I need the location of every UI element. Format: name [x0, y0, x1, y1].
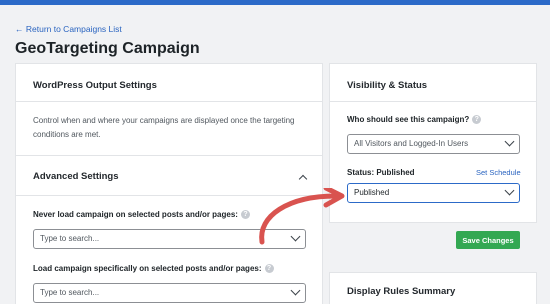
help-icon[interactable]: ?: [264, 264, 274, 274]
visibility-status-panel: Visibility & Status Who should see this …: [329, 63, 537, 223]
load-specifically-placeholder: Type to search...: [40, 288, 100, 297]
status-select[interactable]: Published: [347, 183, 520, 203]
advanced-settings-heading[interactable]: Advanced Settings: [33, 171, 119, 182]
divider: [16, 155, 322, 156]
audience-select[interactable]: All Visitors and Logged-In Users: [347, 134, 520, 154]
load-specifically-label-text: Load campaign specifically on selected p…: [33, 264, 262, 273]
output-settings-panel: WordPress Output Settings Control when a…: [15, 63, 323, 304]
display-rules-heading: Display Rules Summary: [347, 286, 456, 297]
audience-select-value: All Visitors and Logged-In Users: [354, 139, 469, 148]
divider: [330, 101, 536, 102]
page-title: GeoTargeting Campaign: [15, 40, 200, 57]
status-label: Status: Published: [347, 168, 415, 177]
set-schedule-link[interactable]: Set Schedule: [476, 168, 521, 177]
who-should-see-label: Who should see this campaign??: [347, 115, 482, 125]
load-specifically-search-select[interactable]: Type to search...: [33, 283, 306, 303]
visibility-status-heading: Visibility & Status: [347, 80, 428, 91]
never-load-placeholder: Type to search...: [40, 234, 100, 243]
help-icon[interactable]: ?: [472, 115, 482, 125]
chevron-down-icon: [504, 185, 515, 196]
divider: [16, 101, 322, 102]
never-load-label-text: Never load campaign on selected posts an…: [33, 210, 238, 219]
display-rules-panel: Display Rules Summary: [329, 272, 537, 304]
who-should-see-label-text: Who should see this campaign?: [347, 115, 470, 124]
load-specifically-label: Load campaign specifically on selected p…: [33, 264, 274, 274]
return-to-campaigns-link[interactable]: ← Return to Campaigns List: [15, 24, 122, 34]
output-settings-heading: WordPress Output Settings: [33, 80, 157, 91]
chevron-down-icon: [290, 285, 301, 296]
top-accent-bar: [0, 0, 550, 5]
save-changes-button[interactable]: Save Changes: [456, 231, 520, 249]
output-settings-description: Control when and where your campaigns ar…: [33, 116, 295, 139]
never-load-label: Never load campaign on selected posts an…: [33, 210, 250, 220]
chevron-down-icon: [504, 136, 515, 147]
curved-arrow-icon: [259, 188, 345, 245]
chevron-up-icon[interactable]: [298, 174, 308, 184]
status-select-value: Published: [354, 188, 390, 197]
